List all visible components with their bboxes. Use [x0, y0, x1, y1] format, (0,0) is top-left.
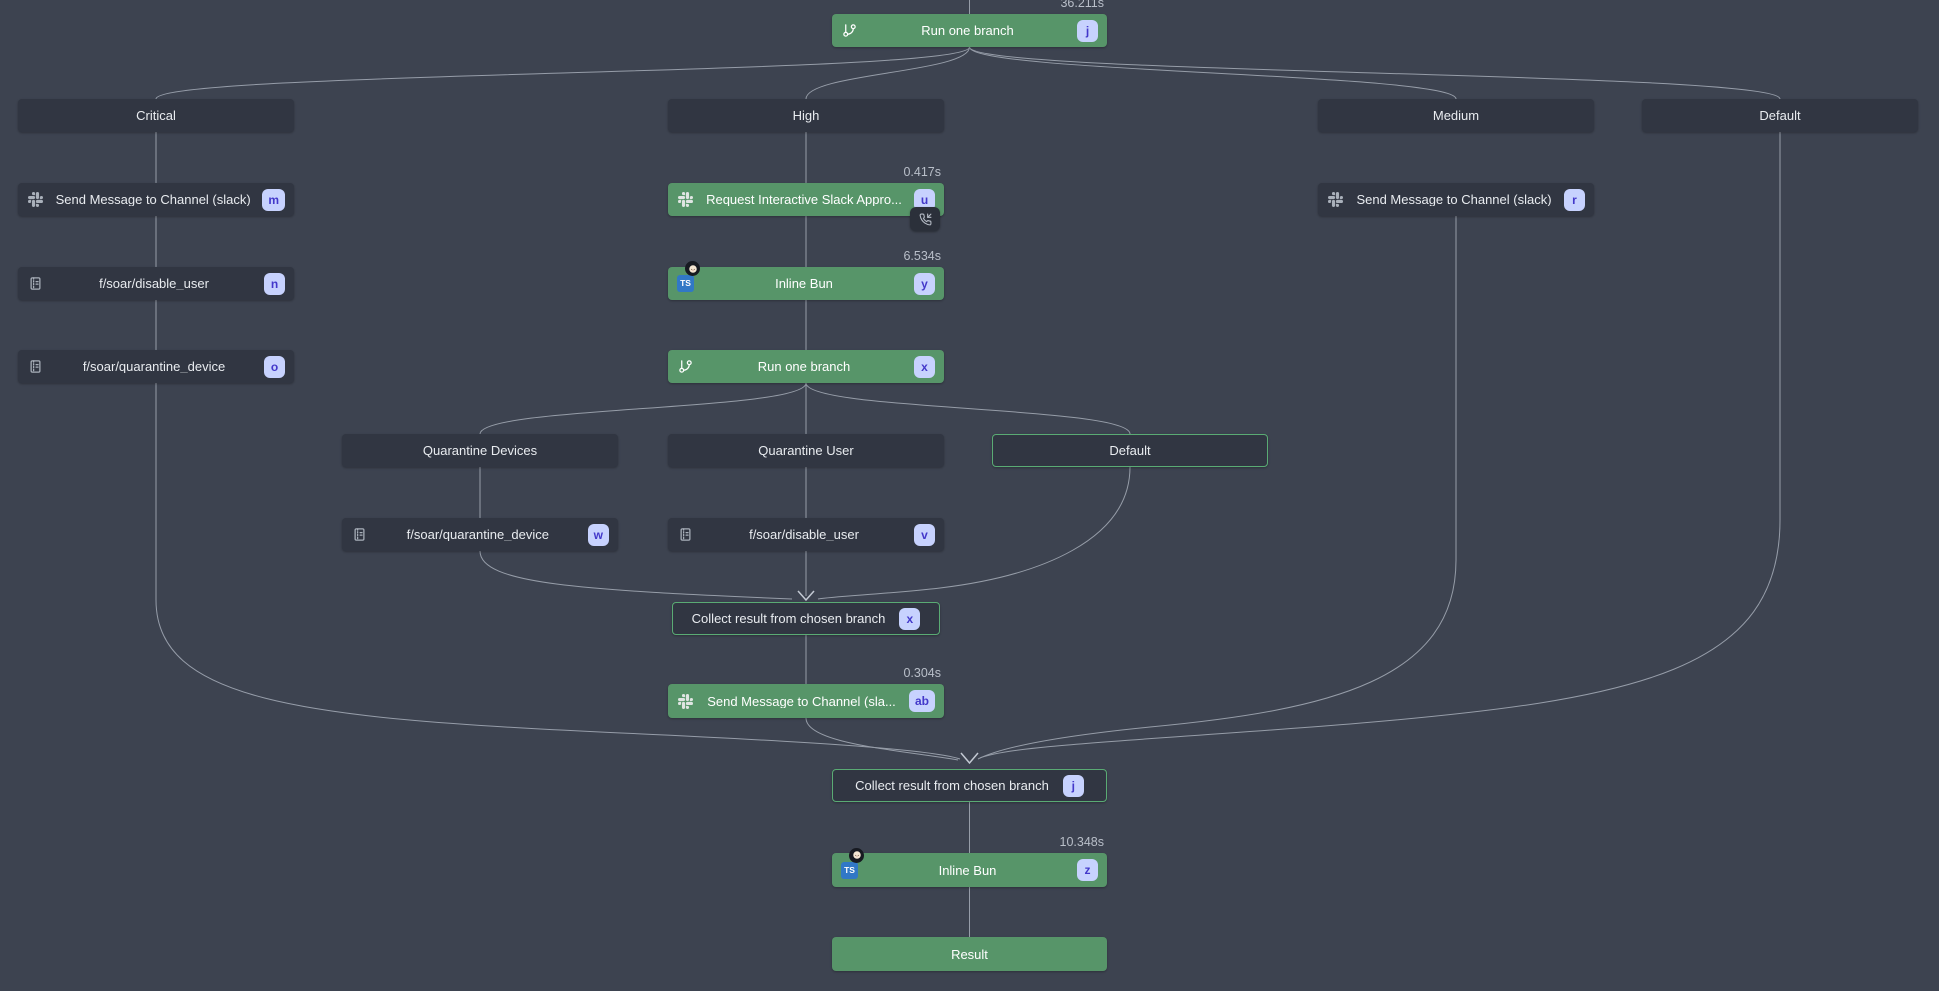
branch-header-label: Default: [1109, 444, 1150, 457]
branch-header-label: Critical: [136, 109, 176, 122]
step-quarantine-device-sub[interactable]: f/soar/quarantine_device w: [342, 518, 618, 551]
node-badge: y: [914, 273, 935, 295]
step-request-approval[interactable]: 0.417s Request Interactive Slack Appro..…: [668, 183, 944, 216]
flow-edges: [0, 0, 1939, 991]
node-label: f/soar/disable_user: [702, 528, 906, 541]
subbranch-header-quarantine-devices[interactable]: Quarantine Devices: [342, 434, 618, 467]
subbranch-header-default-selected[interactable]: Default: [992, 434, 1268, 467]
step-disable-user-critical[interactable]: f/soar/disable_user n: [18, 267, 294, 300]
branch-header-label: High: [793, 109, 820, 122]
step-run-one-branch-inner[interactable]: Run one branch x: [668, 350, 944, 383]
node-badge: r: [1564, 189, 1585, 211]
node-label: Collect result from chosen branch: [692, 612, 886, 625]
book-icon: [351, 527, 368, 542]
node-label: Send Message to Channel (slack): [1352, 193, 1556, 206]
node-badge: o: [264, 356, 285, 378]
branch-header-high[interactable]: High: [668, 99, 944, 132]
node-badge: j: [1063, 775, 1084, 797]
branch-icon: [677, 359, 694, 374]
node-badge: z: [1077, 859, 1098, 881]
step-timing: 0.417s: [903, 166, 941, 179]
typescript-icon: TS: [677, 275, 694, 292]
slack-icon: [677, 192, 694, 207]
slack-icon: [27, 192, 44, 207]
branch-header-label: Default: [1759, 109, 1800, 122]
step-timing: 0.304s: [903, 667, 941, 680]
node-label: Inline Bun: [866, 864, 1069, 877]
node-label: Result: [951, 948, 988, 961]
slack-icon: [1327, 192, 1344, 207]
branch-header-label: Quarantine User: [758, 444, 853, 457]
typescript-icon: TS: [841, 862, 858, 879]
root-run-one-branch-node[interactable]: 36.211s Run one branch j: [832, 14, 1107, 47]
collect-result-root-node[interactable]: Collect result from chosen branch j: [832, 769, 1107, 802]
node-label: Send Message to Channel (sla...: [702, 695, 901, 708]
node-label: Run one branch: [702, 360, 906, 373]
step-disable-user-sub[interactable]: f/soar/disable_user v: [668, 518, 944, 551]
step-inline-bun-high[interactable]: 6.534s TS Inline Bun y: [668, 267, 944, 300]
branch-icon: [841, 23, 858, 38]
node-badge: v: [914, 524, 935, 546]
bun-icon: [685, 261, 700, 276]
branch-header-label: Quarantine Devices: [423, 444, 537, 457]
node-badge: n: [264, 273, 285, 295]
node-label: f/soar/disable_user: [52, 277, 256, 290]
typescript-bun-icon: TS: [677, 275, 694, 292]
node-label: f/soar/quarantine_device: [52, 360, 256, 373]
node-badge: w: [588, 524, 609, 546]
branch-header-default[interactable]: Default: [1642, 99, 1918, 132]
step-timing: 6.534s: [903, 250, 941, 263]
step-send-message-medium[interactable]: Send Message to Channel (slack) r: [1318, 183, 1594, 216]
book-icon: [27, 276, 44, 291]
step-timing: 10.348s: [1060, 836, 1104, 849]
branch-header-critical[interactable]: Critical: [18, 99, 294, 132]
bun-icon: [849, 848, 864, 863]
step-inline-bun-root[interactable]: 10.348s TS Inline Bun z: [832, 853, 1107, 887]
node-label: Run one branch: [866, 24, 1069, 37]
collect-result-inner-node[interactable]: Collect result from chosen branch x: [672, 602, 940, 635]
typescript-bun-icon: TS: [841, 862, 858, 879]
root-timing: 36.211s: [1060, 0, 1104, 10]
node-label: Collect result from chosen branch: [855, 779, 1049, 792]
node-badge: x: [899, 608, 920, 630]
node-label: Request Interactive Slack Appro...: [702, 193, 906, 206]
node-label: f/soar/quarantine_device: [376, 528, 580, 541]
slack-icon: [677, 694, 694, 709]
subbranch-header-quarantine-user[interactable]: Quarantine User: [668, 434, 944, 467]
node-badge: j: [1077, 20, 1098, 42]
node-badge: x: [914, 356, 935, 378]
branch-header-medium[interactable]: Medium: [1318, 99, 1594, 132]
result-node[interactable]: Result: [832, 937, 1107, 971]
phone-incoming-icon: [910, 207, 940, 231]
step-quarantine-device-critical[interactable]: f/soar/quarantine_device o: [18, 350, 294, 383]
book-icon: [27, 359, 44, 374]
step-send-message-after-collect[interactable]: 0.304s Send Message to Channel (sla... a…: [668, 684, 944, 718]
node-badge: m: [262, 189, 285, 211]
step-send-message-critical[interactable]: Send Message to Channel (slack) m: [18, 183, 294, 216]
node-badge: ab: [909, 690, 935, 712]
node-label: Inline Bun: [702, 277, 906, 290]
node-label: Send Message to Channel (slack): [52, 193, 254, 206]
branch-header-label: Medium: [1433, 109, 1479, 122]
book-icon: [677, 527, 694, 542]
